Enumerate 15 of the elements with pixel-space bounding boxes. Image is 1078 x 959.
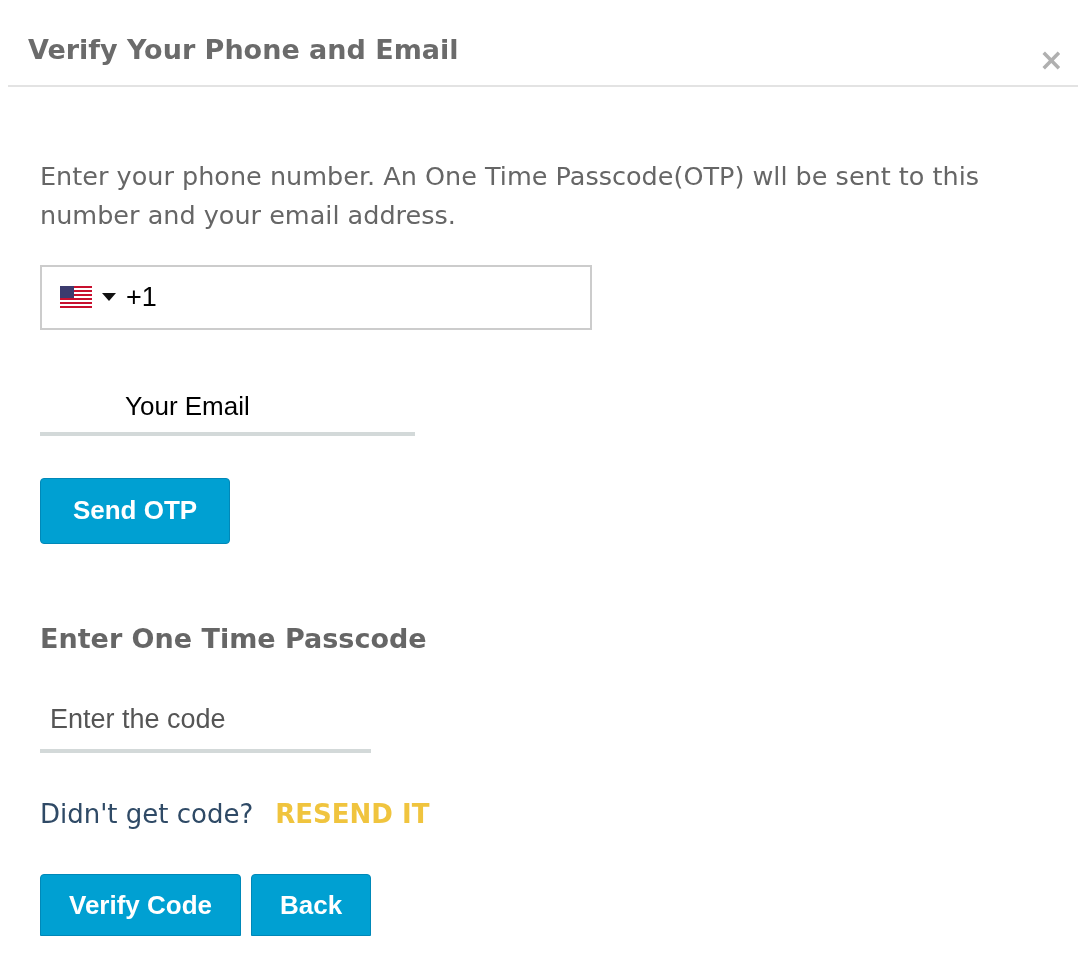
instruction-text: Enter your phone number. An One Time Passcode(OTP) wll be sent to this number and your email address. (40, 159, 981, 232)
resend-prompt: Didn't get code? (40, 798, 254, 831)
caret-icon (102, 293, 116, 301)
otp-heading: Enter One Time Passcode (40, 621, 428, 656)
resend-link[interactable]: RESEND IT (275, 795, 430, 834)
flag-icon (60, 286, 92, 308)
verify-code-button[interactable]: Verify Code (40, 874, 242, 936)
phone-field[interactable]: +1 (40, 264, 592, 330)
dial-code: +1 (126, 280, 157, 314)
dialog-title: Verify Your Phone and Email (28, 33, 459, 67)
email-field[interactable]: Your Email (40, 381, 415, 436)
code-field[interactable]: Enter the code (40, 689, 371, 753)
back-button[interactable]: Back (251, 874, 372, 936)
send-otp-button[interactable]: Send OTP (40, 477, 230, 544)
close-button[interactable]: × (1038, 44, 1064, 75)
